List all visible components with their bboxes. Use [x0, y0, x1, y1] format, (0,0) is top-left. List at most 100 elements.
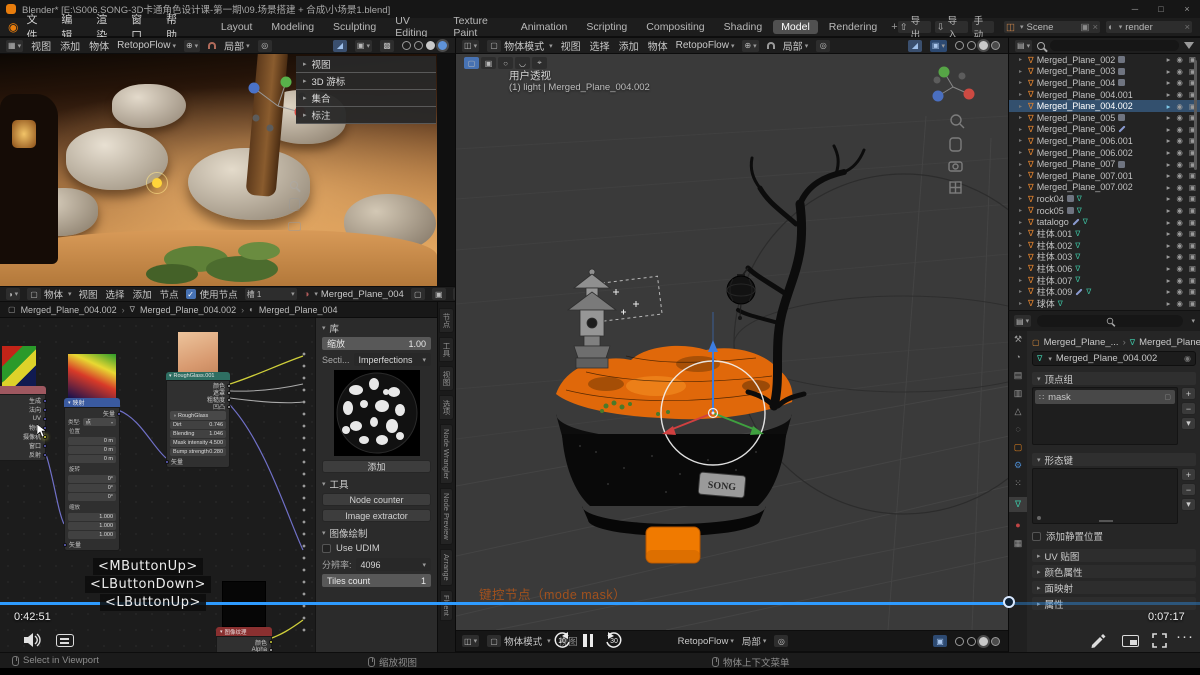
socket-icon[interactable] — [43, 444, 47, 448]
outliner-item-Merged_Plane_004[interactable]: ▸∇Merged_Plane_004▸◉▣ — [1009, 77, 1200, 89]
outliner-item-Merged_Plane_006.001[interactable]: ▸∇Merged_Plane_006.001▸◉▣ — [1009, 135, 1200, 147]
breadcrumb-item[interactable]: Merged_Plane_004.002 — [21, 305, 117, 315]
properties-tab-0[interactable]: ⚒ — [1009, 335, 1027, 344]
outliner-item-Merged_Plane_004.002[interactable]: ▸∇Merged_Plane_004.002▸◉▣ — [1009, 100, 1200, 112]
field-Mask intensity[interactable]: Mask intensity4.500 — [170, 439, 226, 447]
properties-tab-3[interactable]: ▥ — [1009, 389, 1027, 398]
outliner-item-Merged_Plane_007.002[interactable]: ▸∇Merged_Plane_007.002▸◉▣ — [1009, 182, 1200, 194]
proportional-editing-icon[interactable]: ◎ — [774, 635, 788, 647]
node-header[interactable] — [0, 386, 46, 394]
danmaku-subtitle-icon[interactable] — [56, 634, 74, 647]
hide-eye-icon[interactable]: ◉ — [1176, 252, 1183, 261]
wireframe-shading-icon[interactable] — [955, 637, 964, 646]
expand-arrow-icon[interactable]: ▸ — [1019, 277, 1025, 284]
render-camera-icon[interactable]: ▣ — [1189, 299, 1196, 308]
hide-eye-icon[interactable]: ◉ — [1176, 136, 1183, 145]
maximize-button[interactable]: □ — [1148, 4, 1174, 14]
properties-tab-5[interactable]: ◌ — [1009, 425, 1027, 434]
outliner-item-rock04[interactable]: ▸∇rock04∇▸◉▣ — [1009, 193, 1200, 205]
hide-eye-icon[interactable]: ◉ — [1176, 148, 1183, 157]
outliner-item-柱体.007[interactable]: ▸∇柱体.007∇▸◉▣ — [1009, 274, 1200, 286]
hide-eye-icon[interactable]: ◉ — [1176, 78, 1183, 87]
selectable-toggle-icon[interactable]: ▸ — [1167, 171, 1171, 180]
node-menu-视图[interactable]: 视图 — [79, 287, 98, 301]
outliner-item-Merged_Plane_007.001[interactable]: ▸∇Merged_Plane_007.001▸◉▣ — [1009, 170, 1200, 182]
outliner-search-input[interactable] — [1050, 40, 1179, 51]
filter-funnel-icon[interactable] — [1184, 42, 1194, 49]
render-camera-icon[interactable]: ▣ — [1189, 287, 1196, 296]
workspace-tab-Modeling[interactable]: Modeling — [263, 20, 322, 34]
skip-back-10-button[interactable]: 10 — [553, 631, 571, 649]
manual-button[interactable]: 手动 — [972, 21, 994, 33]
close-view-layer-icon[interactable]: × — [1184, 22, 1190, 33]
render-camera-icon[interactable]: ▣ — [1189, 229, 1196, 238]
expand-arrow-icon[interactable]: ▸ — [1019, 91, 1025, 98]
workspace-tab-Animation[interactable]: Animation — [513, 20, 576, 34]
new-workspace-button[interactable]: + — [891, 21, 897, 33]
video-timeline-remaining[interactable] — [1010, 602, 1200, 605]
expand-arrow-icon[interactable]: ▸ — [1019, 126, 1025, 133]
material-shading-icon[interactable] — [426, 41, 435, 50]
field-Dirt[interactable]: Dirt0.746 — [170, 421, 226, 429]
outliner-item-Merged_Plane_007[interactable]: ▸∇Merged_Plane_007▸◉▣ — [1009, 158, 1200, 170]
shader-type-selector[interactable]: ▢物体▾ — [27, 287, 72, 301]
render-camera-icon[interactable]: ▣ — [1189, 264, 1196, 273]
workspace-tab-Sculpting[interactable]: Sculpting — [325, 20, 384, 34]
rendered-shading-icon[interactable] — [991, 41, 1000, 50]
node-group[interactable]: ▾RoughGlass.001 颜色遮罩粗糙度凹凸◑RoughGlassDirt… — [166, 372, 230, 468]
socket-icon[interactable] — [165, 460, 169, 464]
node-side-tab-节点[interactable]: 节点 — [439, 308, 454, 333]
lock-icon[interactable]: ▢ — [1164, 393, 1171, 401]
hide-eye-icon[interactable]: ◉ — [1176, 55, 1183, 64]
panel-面映射[interactable]: ▸面映射 — [1032, 581, 1196, 594]
socket-icon[interactable] — [43, 453, 47, 457]
breadcrumb-object[interactable]: Merged_Plane_... — [1044, 337, 1119, 348]
hide-eye-icon[interactable]: ◉ — [1176, 160, 1183, 169]
editor-type-icon[interactable]: ▦▾ — [6, 40, 23, 52]
node-side-tab-Node Preview[interactable]: Node Preview — [440, 488, 453, 545]
new-scene-icon[interactable]: ▣ — [1080, 22, 1089, 33]
texture-coordinate-node[interactable]: 生成法向UV物体摄像机窗口反射 — [0, 346, 46, 461]
annotate-icon[interactable]: ◢ — [333, 40, 347, 52]
blender-icon[interactable]: ◉ — [8, 20, 18, 34]
panel-section-3D 游标[interactable]: ▸3D 游标 — [296, 73, 436, 90]
socket-icon[interactable] — [43, 417, 47, 421]
workspace-tab-Scripting[interactable]: Scripting — [578, 20, 635, 34]
outliner-item-柱体.002[interactable]: ▸∇柱体.002∇▸◉▣ — [1009, 240, 1200, 252]
outliner-item-rock05[interactable]: ▸∇rock05∇▸◉▣ — [1009, 205, 1200, 217]
add-button[interactable]: 添加 — [322, 460, 431, 473]
hide-eye-icon[interactable]: ◉ — [1176, 299, 1183, 308]
editor-type-icon[interactable]: ◑▾ — [6, 288, 20, 300]
outliner-item-Merged_Plane_005[interactable]: ▸∇Merged_Plane_005▸◉▣ — [1009, 112, 1200, 124]
editor-type-icon[interactable]: ▤▾ — [1014, 315, 1031, 327]
value-field[interactable]: 0° — [68, 475, 116, 483]
socket-icon[interactable] — [63, 543, 67, 547]
selectable-toggle-icon[interactable]: ▸ — [1167, 148, 1171, 157]
proportional-editing-icon[interactable]: ◎ — [258, 40, 272, 52]
selectable-toggle-icon[interactable]: ▸ — [1167, 252, 1171, 261]
transform-orientation-icon[interactable]: ⊕▾ — [184, 40, 200, 52]
solid-shading-icon[interactable] — [967, 41, 976, 50]
wireframe-shading-icon[interactable] — [402, 41, 411, 50]
group-selector[interactable]: ◑RoughGlass — [170, 411, 226, 420]
annotate-icon[interactable]: ◢ — [908, 40, 922, 52]
socket-icon[interactable] — [269, 640, 273, 644]
vertex-group-item[interactable]: ∷ mask ▢ — [1035, 390, 1175, 404]
imperfections-dropdown[interactable]: Imperfections▾ — [354, 353, 431, 366]
scale-slider[interactable]: 缩放1.00 — [322, 337, 431, 350]
render-preview-viewport[interactable]: ▸视图▸3D 游标▸集合▸标注 GrShoScreeFQuapo — [0, 54, 437, 286]
image-texture-node[interactable]: ▾图像纹理 颜色Alpha — [216, 581, 272, 652]
properties-tab-10[interactable]: ● — [1009, 521, 1027, 530]
outliner-item-Merged_Plane_003[interactable]: ▸∇Merged_Plane_003▸◉▣ — [1009, 66, 1200, 78]
selectable-toggle-icon[interactable]: ▸ — [1167, 218, 1171, 227]
snap-target[interactable]: 局部▾ — [224, 38, 250, 53]
value-field[interactable]: 0 m — [68, 446, 116, 454]
xray-icon[interactable]: ▩ — [380, 40, 394, 52]
expand-arrow-icon[interactable]: ▸ — [1019, 288, 1025, 295]
expand-arrow-icon[interactable]: ▸ — [1019, 219, 1025, 226]
expand-arrow-icon[interactable]: ▸ — [1019, 230, 1025, 237]
properties-tab-7[interactable]: ⚙ — [1009, 461, 1027, 470]
render-camera-icon[interactable]: ▣ — [1189, 276, 1196, 285]
scene-selector[interactable]: ◫▾ Scene ▣× — [1004, 21, 1100, 33]
expand-arrow-icon[interactable]: ▸ — [1019, 195, 1025, 202]
